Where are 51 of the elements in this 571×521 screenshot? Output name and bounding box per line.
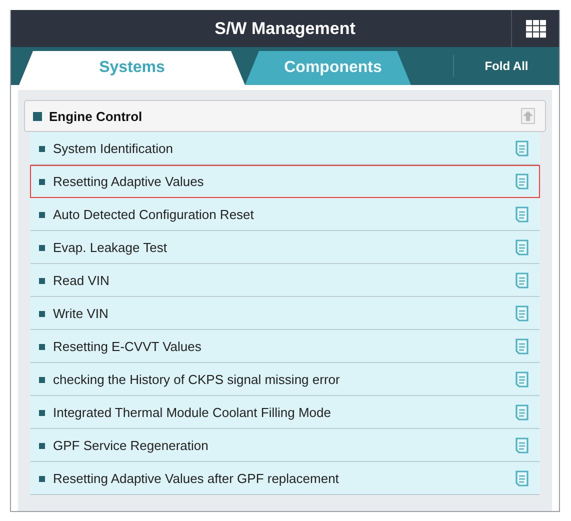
window-title: S/W Management — [214, 18, 356, 38]
item-label: Read VIN — [53, 273, 110, 288]
item-label: Resetting Adaptive Values after GPF replacement — [53, 471, 340, 486]
list-item[interactable]: Resetting Adaptive Values — [30, 165, 540, 198]
document-icon[interactable] — [515, 272, 529, 289]
bullet-icon — [39, 442, 45, 448]
list-item[interactable]: Write VIN — [30, 297, 540, 330]
document-icon[interactable] — [515, 437, 529, 454]
list-item[interactable]: Read VIN — [30, 264, 540, 297]
group-header[interactable]: Engine Control — [24, 100, 546, 132]
item-label: Integrated Thermal Module Coolant Filling Mode — [53, 405, 332, 420]
item-label: Resetting E-CVVT Values — [53, 339, 202, 354]
group-title: Engine Control — [49, 108, 144, 124]
document-icon[interactable] — [515, 206, 529, 223]
item-label: checking the History of CKPS signal missing error — [53, 372, 341, 387]
bullet-icon — [39, 212, 45, 218]
document-icon[interactable] — [515, 305, 529, 322]
item-label: Write VIN — [53, 306, 110, 321]
bullet-icon — [39, 410, 45, 416]
list-item[interactable]: Integrated Thermal Module Coolant Filling Mode — [30, 396, 540, 429]
bullet-icon — [39, 278, 45, 284]
list-item[interactable]: Auto Detected Configuration Reset — [30, 198, 540, 231]
document-icon[interactable] — [515, 470, 529, 487]
list-item[interactable]: Resetting Adaptive Values after GPF replacement — [30, 462, 540, 495]
item-label: Resetting Adaptive Values — [53, 174, 205, 189]
bullet-icon — [39, 178, 45, 184]
document-icon[interactable] — [515, 371, 529, 388]
list-item[interactable]: checking the History of CKPS signal missing error — [30, 363, 540, 396]
document-icon[interactable] — [515, 140, 529, 157]
document-icon[interactable] — [515, 404, 529, 421]
document-icon[interactable] — [515, 239, 529, 256]
document-icon[interactable] — [515, 338, 529, 355]
square-icon — [33, 112, 42, 120]
fold-all-button[interactable]: Fold All — [453, 55, 559, 77]
item-label: Evap. Leakage Test — [53, 240, 168, 255]
document-icon[interactable] — [515, 173, 529, 190]
item-label: GPF Service Regeneration — [53, 438, 210, 453]
list-item[interactable]: System Identification — [30, 132, 540, 165]
item-label: Auto Detected Configuration Reset — [53, 207, 255, 222]
item-label: System Identification — [53, 141, 174, 156]
bullet-icon — [39, 146, 45, 152]
list-item[interactable]: Evap. Leakage Test — [30, 231, 540, 264]
list-item[interactable]: Resetting E-CVVT Values — [30, 330, 540, 363]
bullet-icon — [39, 344, 45, 350]
bullet-icon — [39, 310, 45, 316]
bullet-icon — [39, 244, 45, 250]
list-item[interactable]: GPF Service Regeneration — [30, 429, 540, 462]
bullet-icon — [39, 476, 45, 482]
grid-icon — [526, 20, 546, 38]
collapse-icon[interactable] — [521, 108, 535, 124]
bullet-icon — [39, 376, 45, 382]
